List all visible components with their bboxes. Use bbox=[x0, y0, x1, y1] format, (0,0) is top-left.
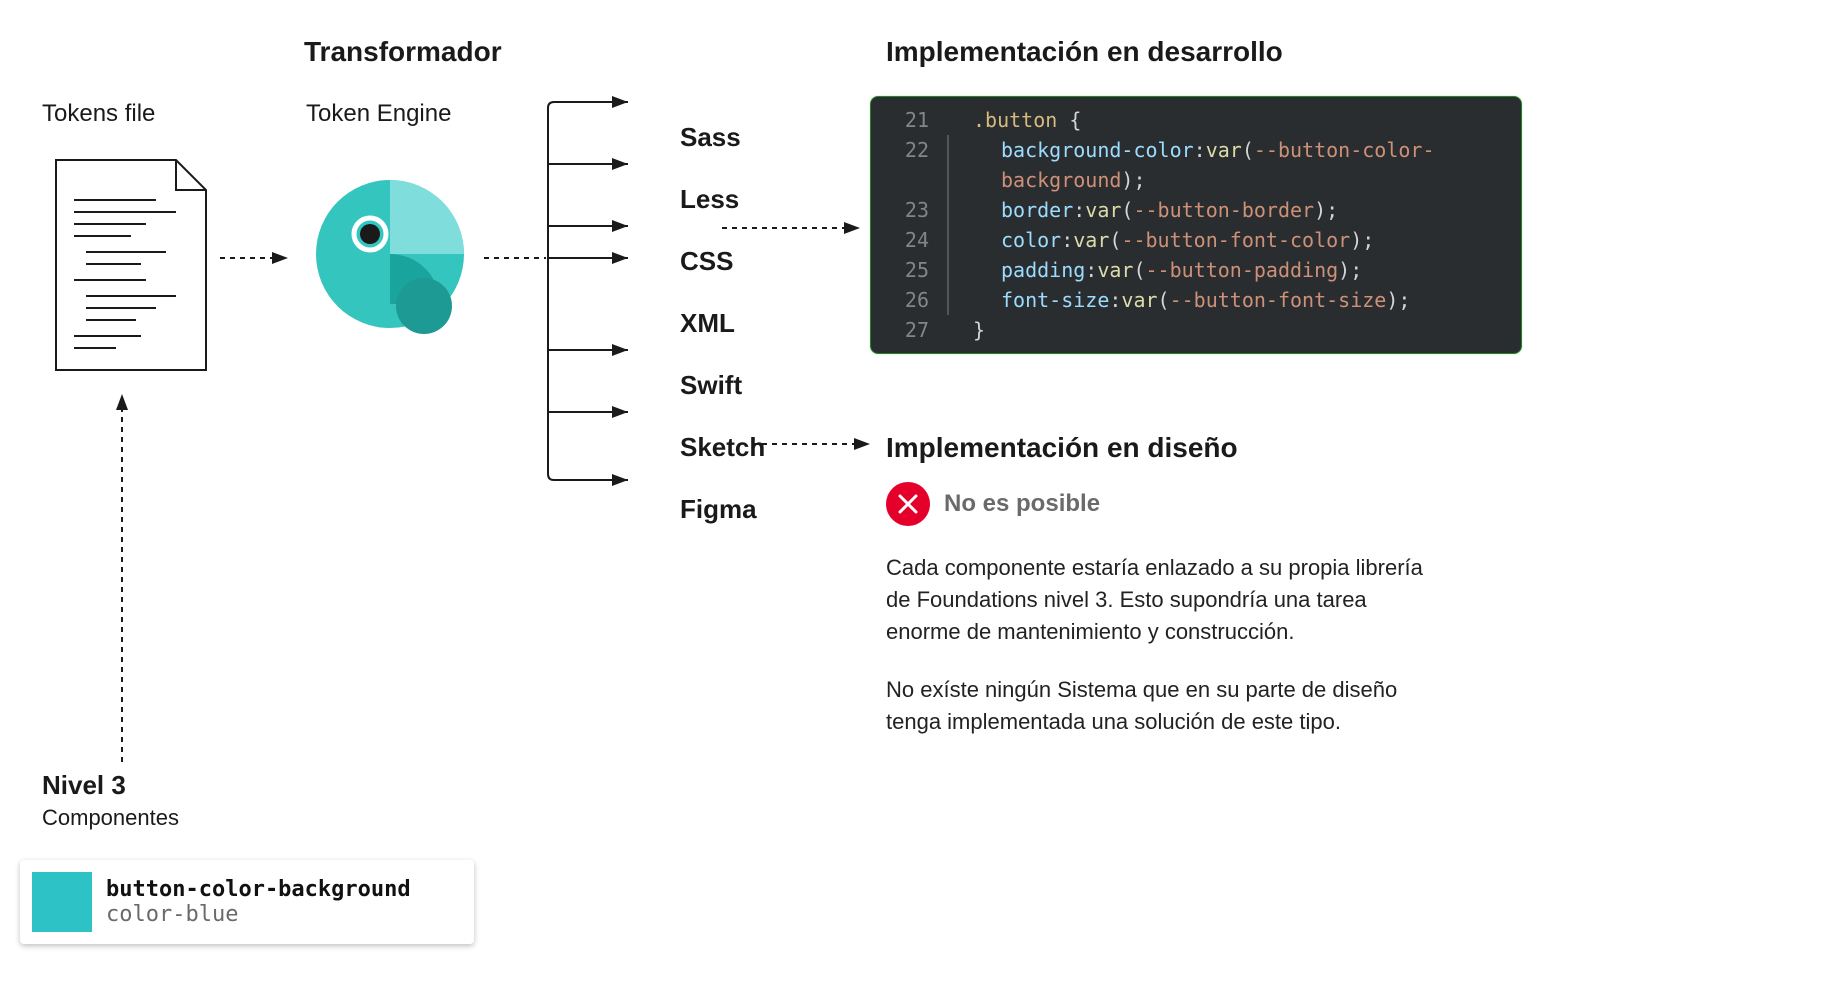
transformer-title: Transformador bbox=[304, 36, 502, 68]
code-line: 24color:var(--button-font-color); bbox=[871, 225, 1521, 255]
output-item: CSS bbox=[680, 230, 765, 292]
design-paragraph-2: No exíste ningún Sistema que en su parte… bbox=[886, 674, 1446, 738]
chameleon-logo-icon bbox=[300, 164, 480, 344]
nivel3-title: Nivel 3 bbox=[42, 770, 179, 801]
code-line: 23border:var(--button-border); bbox=[871, 195, 1521, 225]
arrow-sketch-to-design bbox=[750, 434, 880, 454]
design-impl-body: No es posible Cada componente estaría en… bbox=[886, 482, 1446, 737]
token-chip: button-color-background color-blue bbox=[20, 860, 474, 944]
color-swatch bbox=[32, 872, 92, 932]
tokens-file-label: Tokens file bbox=[42, 100, 155, 128]
code-line: 26font-size:var(--button-font-size); bbox=[871, 285, 1521, 315]
impossible-label: No es posible bbox=[944, 490, 1100, 518]
token-name: button-color-background bbox=[106, 877, 411, 902]
code-line: 21.button { bbox=[871, 105, 1521, 135]
arrow-css-to-code bbox=[720, 218, 870, 238]
file-icon bbox=[46, 150, 216, 380]
output-item: Sass bbox=[680, 106, 765, 168]
arrow-engine-out bbox=[482, 248, 548, 268]
design-impl-title: Implementación en diseño bbox=[886, 432, 1238, 464]
token-value: color-blue bbox=[106, 902, 411, 927]
nivel3-block: Nivel 3 Componentes bbox=[42, 770, 179, 831]
output-item: Figma bbox=[680, 478, 765, 540]
code-block: 21.button {22background-color:var(--butt… bbox=[870, 96, 1522, 354]
branch-fanout bbox=[546, 88, 638, 528]
code-line: 22background-color:var(--button-color-ba… bbox=[871, 135, 1521, 195]
transformer-subtitle: Token Engine bbox=[306, 100, 451, 128]
code-line: 25padding:var(--button-padding); bbox=[871, 255, 1521, 285]
nivel3-subtitle: Componentes bbox=[42, 805, 179, 831]
output-item: Swift bbox=[680, 354, 765, 416]
arrow-file-to-engine bbox=[218, 248, 298, 268]
code-line: 27} bbox=[871, 315, 1521, 345]
design-paragraph-1: Cada componente estaría enlazado a su pr… bbox=[886, 552, 1446, 648]
arrow-nivel3-to-file bbox=[112, 386, 132, 766]
error-icon bbox=[886, 482, 930, 526]
output-item: XML bbox=[680, 292, 765, 354]
dev-impl-title: Implementación en desarrollo bbox=[886, 36, 1283, 68]
outputs-list: SassLessCSSXMLSwiftSketchFigma bbox=[640, 106, 765, 540]
